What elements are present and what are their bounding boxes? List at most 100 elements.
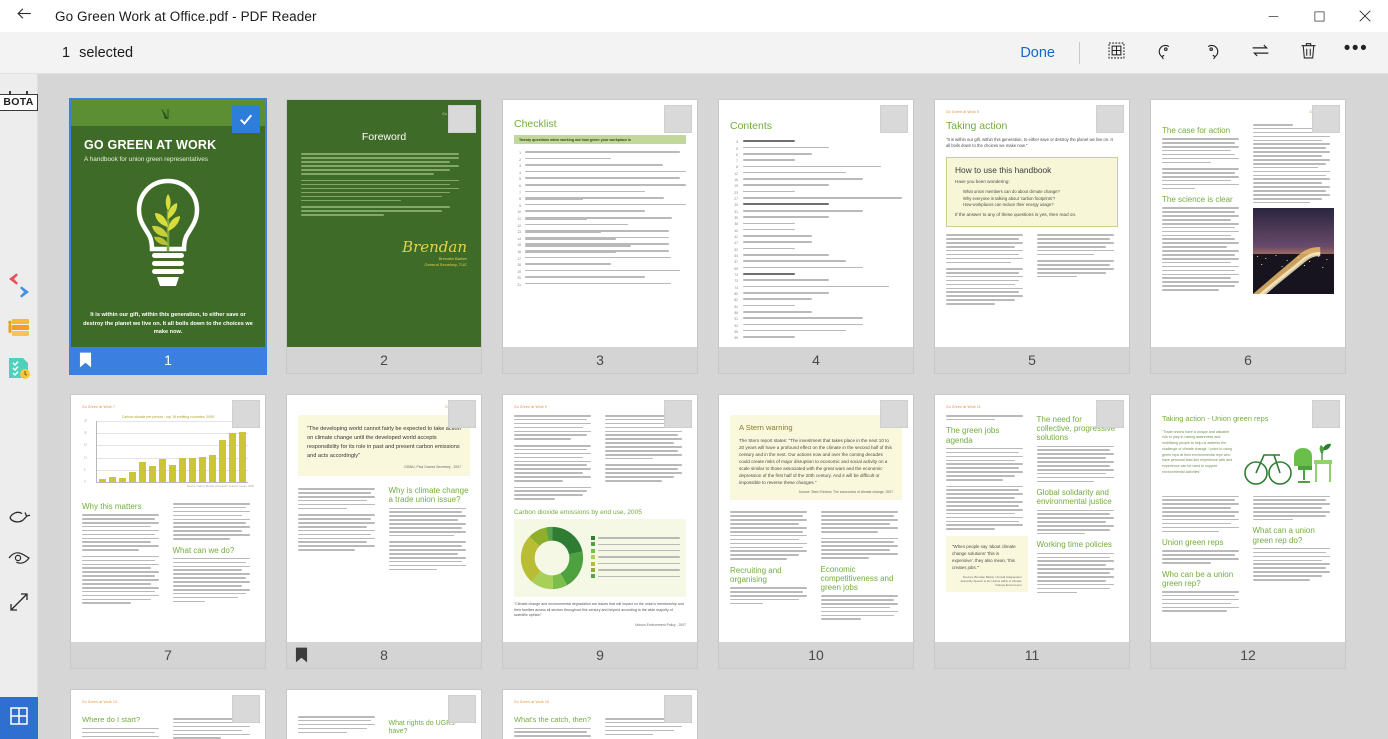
- paragraph: [301, 179, 467, 202]
- more-options-button[interactable]: •••: [1332, 32, 1380, 74]
- page-checkbox[interactable]: [448, 695, 476, 723]
- thumbnail-cell[interactable]: Go Green at A Stern warning The Stern re…: [708, 395, 924, 690]
- command-bar-actions: Done •••: [1008, 32, 1380, 74]
- page-checkbox[interactable]: [1312, 400, 1340, 428]
- grid-view-button[interactable]: [0, 697, 38, 739]
- thumbnail-cell[interactable]: Go Green at Work 15 What's the catch, th…: [492, 690, 708, 739]
- done-button[interactable]: Done: [1008, 41, 1067, 65]
- chart-bar: [99, 479, 106, 482]
- running-head: Go Green at: [298, 700, 470, 705]
- chart-legend: [591, 536, 680, 581]
- text-column: What can a union green rep do?: [1252, 495, 1335, 617]
- thumbnail-cell[interactable]: Contents 5 5 6 7 8 12 16 19 23 27 30 31 …: [708, 100, 924, 395]
- signature: Brendan: [402, 237, 467, 256]
- page-thumbnail-6[interactable]: Go Green at W The case for action: [1151, 100, 1345, 373]
- page-checkbox[interactable]: [1312, 105, 1340, 133]
- thumbnail-cell[interactable]: Go Green at Work 5 Taking action "It is …: [924, 100, 1140, 395]
- maximize-button[interactable]: [1296, 0, 1342, 32]
- thumbnail-cell[interactable]: Checklist Twenty questions when working …: [492, 100, 708, 395]
- legend-label: [598, 543, 680, 546]
- reorder-pages-button[interactable]: [1236, 32, 1284, 74]
- text-column: [514, 415, 596, 505]
- thumbnail-cell[interactable]: Go Green at Work 13 Where do I start?: [60, 690, 276, 739]
- page-thumbnail-grid[interactable]: GO GREEN AT WORK A handbook for union gr…: [38, 74, 1388, 739]
- legend-label: [598, 569, 680, 571]
- close-button[interactable]: [1342, 0, 1388, 32]
- page-thumbnail-11[interactable]: Go Green at Work 11 The green jobs agend…: [935, 395, 1129, 668]
- page-thumbnail-9[interactable]: Go Green at Work 9 Carbon dioxide emissi…: [503, 395, 697, 668]
- section-heading: Who can be a union green rep?: [1162, 569, 1234, 588]
- swap-arrows-button[interactable]: [0, 271, 38, 301]
- thumbnail-cell[interactable]: Go Green at Work 9 Carbon dioxide emissi…: [492, 395, 708, 690]
- chart-bar: [219, 439, 226, 482]
- page-thumbnail-3[interactable]: Checklist Twenty questions when working …: [503, 100, 697, 373]
- page-thumbnail-10[interactable]: Go Green at A Stern warning The Stern re…: [719, 395, 913, 668]
- page-thumbnail-1[interactable]: GO GREEN AT WORK A handbook for union gr…: [69, 98, 267, 375]
- page-checkbox[interactable]: [664, 105, 692, 133]
- stacked-files-button[interactable]: [0, 315, 38, 341]
- page-thumbnail-4[interactable]: Contents 5 5 6 7 8 12 16 19 23 27 30 31 …: [719, 100, 913, 373]
- expand-button[interactable]: [0, 591, 38, 613]
- text-column: Why this matters: [82, 496, 164, 609]
- callout-item: How workplaces can reduce their energy u…: [963, 202, 1054, 208]
- rotate-left-button[interactable]: [1140, 32, 1188, 74]
- emissions-page: Go Green at Work 9 Carbon dioxide emissi…: [503, 395, 697, 642]
- page-checkbox[interactable]: [1096, 400, 1124, 428]
- page-thumbnail-15[interactable]: Go Green at Work 15 What's the catch, th…: [503, 690, 697, 739]
- foreword-title: Foreword: [361, 131, 407, 143]
- section-heading: What can we do?: [172, 545, 235, 555]
- quote-source: Unison Environment Policy , 2007: [635, 622, 686, 627]
- chart-bar: [119, 477, 126, 482]
- preview-button[interactable]: [0, 549, 38, 567]
- delete-button[interactable]: [1284, 32, 1332, 74]
- extract-pages-button[interactable]: [1092, 32, 1140, 74]
- thumbnail-cell[interactable]: Go Green at Work 7 Carbon dioxide per pe…: [60, 395, 276, 690]
- page-thumbnail-14[interactable]: Go Green at What rights do UGRs have?: [287, 690, 481, 739]
- page-thumbnail-2[interactable]: Go Green at W Foreword: [287, 100, 481, 373]
- page-preview: Go Green at A Stern warning The Stern re…: [719, 395, 913, 642]
- case-for-action-page: Go Green at W The case for action: [1151, 100, 1345, 347]
- thumbnail-cell[interactable]: Go Green at Work 11 The green jobs agend…: [924, 395, 1140, 690]
- running-head: Go Green at Work 5: [946, 110, 980, 114]
- thumbnail-cell[interactable]: Go Green at What rights do UGRs have?: [276, 690, 492, 739]
- swap-arrows-icon: [5, 271, 33, 301]
- page-thumbnail-12[interactable]: Go Green at Taking action - Union green …: [1151, 395, 1345, 668]
- thumbnail-cell[interactable]: Go Green at W "The developing world cann…: [276, 395, 492, 690]
- page-checkbox[interactable]: [232, 400, 260, 428]
- thumbnail-cell[interactable]: Go Green at Taking action - Union green …: [1140, 395, 1356, 690]
- page-thumbnail-13[interactable]: Go Green at Work 13 Where do I start?: [71, 690, 265, 739]
- page-preview: Go Green at Work 7 Carbon dioxide per pe…: [71, 395, 265, 642]
- section-heading: The science is clear: [1162, 195, 1233, 205]
- minimize-button[interactable]: [1250, 0, 1296, 32]
- running-head: Go Green at W: [442, 112, 467, 116]
- legend-label: [598, 537, 680, 539]
- extract-pages-icon: [1106, 40, 1127, 66]
- legend-label: [598, 562, 680, 565]
- checkmark-icon: [240, 114, 253, 125]
- page-checkbox[interactable]: [664, 400, 692, 428]
- page-checkbox[interactable]: [232, 695, 260, 723]
- legend-swatch: [591, 561, 595, 566]
- rotate-right-button[interactable]: [1188, 32, 1236, 74]
- page-checkbox[interactable]: [880, 400, 908, 428]
- page-checkbox[interactable]: [232, 105, 260, 133]
- back-button[interactable]: [0, 0, 48, 32]
- thumbnail-cell[interactable]: Go Green at W The case for action: [1140, 100, 1356, 395]
- page-thumbnail-8[interactable]: Go Green at W "The developing world cann…: [287, 395, 481, 668]
- checklist-document-button[interactable]: [0, 355, 38, 381]
- eraser-button[interactable]: [0, 503, 38, 525]
- page-checkbox[interactable]: [880, 105, 908, 133]
- eye-icon: [7, 549, 31, 567]
- page-checkbox[interactable]: [448, 400, 476, 428]
- page-thumbnail-7[interactable]: Go Green at Work 7 Carbon dioxide per pe…: [71, 395, 265, 668]
- paragraph: [301, 153, 467, 175]
- page-preview: Checklist Twenty questions when working …: [503, 100, 697, 347]
- page-thumbnail-5[interactable]: Go Green at Work 5 Taking action "It is …: [935, 100, 1129, 373]
- page-checkbox[interactable]: [1096, 105, 1124, 133]
- thumbnail-cell[interactable]: Go Green at W Foreword: [276, 100, 492, 395]
- page-checkbox[interactable]: [448, 105, 476, 133]
- thumbnail-cell[interactable]: GO GREEN AT WORK A handbook for union gr…: [60, 98, 276, 395]
- page-number: 5: [1028, 352, 1036, 368]
- page-checkbox[interactable]: [664, 695, 692, 723]
- cover-subtitle: A handbook for union green representativ…: [84, 156, 208, 163]
